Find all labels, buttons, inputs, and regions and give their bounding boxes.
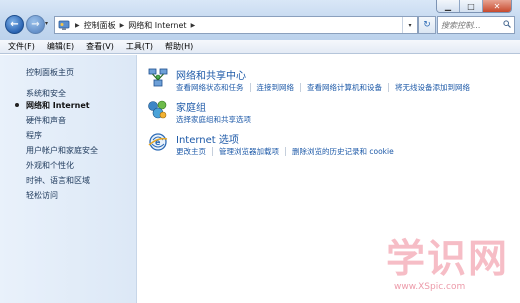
watermark: 学识网 www.XSpic.com: [386, 238, 516, 302]
breadcrumb-separator: ▶: [119, 21, 125, 29]
breadcrumb-separator: ▶: [75, 21, 80, 29]
category-links: 选择家庭组和共享选项: [176, 114, 251, 125]
sidebar-item-clock-language-region[interactable]: 时钟、语言和区域: [26, 175, 90, 186]
category-links: 更改主页 管理浏览器加载项 删除浏览的历史记录和 cookie: [176, 146, 394, 157]
category-links: 查看网络状态和任务 连接到网络 查看网络计算机和设备 将无线设备添加到网络: [176, 82, 470, 93]
address-bar[interactable]: ▶ 控制面板 ▶ 网络和 Internet ▶ ▾: [54, 16, 418, 34]
close-button[interactable]: ✕: [482, 0, 511, 12]
category-title-internet-options[interactable]: Internet 选项: [176, 131, 239, 146]
link-view-network-status[interactable]: 查看网络状态和任务: [176, 82, 244, 93]
link-manage-addons[interactable]: 管理浏览器加载项: [219, 146, 279, 157]
sidebar-item-control-panel-home[interactable]: 控制面板主页: [26, 67, 74, 78]
breadcrumb-network-internet[interactable]: 网络和 Internet: [128, 20, 186, 31]
link-separator: [388, 83, 389, 92]
maximize-button[interactable]: □: [459, 0, 482, 12]
watermark-url: www.XSpic.com: [394, 282, 466, 292]
link-separator: [212, 147, 213, 156]
active-item-bullet: [15, 103, 19, 107]
link-separator: [285, 147, 286, 156]
search-input[interactable]: [441, 20, 497, 30]
menu-help[interactable]: 帮助(H): [165, 41, 193, 52]
minimize-button[interactable]: ▁: [437, 0, 459, 12]
breadcrumb-control-panel[interactable]: 控制面板: [84, 20, 116, 31]
search-icon[interactable]: [503, 20, 511, 28]
sidebar-item-appearance[interactable]: 外观和个性化: [26, 160, 74, 171]
sidebar-item-programs[interactable]: 程序: [26, 130, 42, 141]
link-delete-history[interactable]: 删除浏览的历史记录和 cookie: [292, 146, 394, 157]
back-button[interactable]: ←: [5, 15, 24, 34]
sidebar-item-system-security[interactable]: 系统和安全: [26, 88, 66, 99]
link-view-network-computers[interactable]: 查看网络计算机和设备: [307, 82, 382, 93]
address-dropdown[interactable]: ▾: [402, 17, 417, 33]
sidebar: 控制面板主页 系统和安全 网络和 Internet 硬件和声音 程序 用户帐户和…: [0, 55, 137, 303]
link-add-wireless-device[interactable]: 将无线设备添加到网络: [395, 82, 470, 93]
link-separator: [300, 83, 301, 92]
link-homegroup-sharing-options[interactable]: 选择家庭组和共享选项: [176, 114, 251, 125]
refresh-button[interactable]: ↻: [418, 16, 436, 34]
sidebar-item-ease-of-access[interactable]: 轻松访问: [26, 190, 58, 201]
svg-text:e: e: [155, 138, 161, 147]
menu-view[interactable]: 查看(V): [86, 41, 114, 52]
watermark-logo: 学识网: [386, 237, 510, 282]
control-panel-icon: [57, 18, 71, 32]
recent-pages-dropdown[interactable]: ▾: [45, 20, 48, 27]
sidebar-item-user-accounts[interactable]: 用户帐户和家庭安全: [26, 145, 98, 156]
title-bar: ▁ □ ✕ ← → ▾ ▶ 控制面板 ▶ 网络和 Internet ▶ ▾ ↻: [0, 0, 520, 40]
menu-bar: 文件(F) 编辑(E) 查看(V) 工具(T) 帮助(H): [0, 40, 520, 54]
search-box[interactable]: [437, 16, 515, 34]
homegroup-icon: [148, 100, 167, 119]
menu-file[interactable]: 文件(F): [8, 41, 35, 52]
sidebar-item-hardware-sound[interactable]: 硬件和声音: [26, 115, 66, 126]
category-title-homegroup[interactable]: 家庭组: [176, 99, 206, 114]
link-connect-to-network[interactable]: 连接到网络: [257, 82, 295, 93]
window-controls: ▁ □ ✕: [436, 0, 512, 13]
sidebar-item-network-internet[interactable]: 网络和 Internet: [26, 100, 90, 111]
category-title-network-sharing[interactable]: 网络和共享中心: [176, 67, 246, 82]
link-change-homepage[interactable]: 更改主页: [176, 146, 206, 157]
menu-edit[interactable]: 编辑(E): [47, 41, 74, 52]
internet-options-icon: e: [148, 133, 168, 151]
breadcrumb-separator: ▶: [190, 21, 196, 29]
network-icon: [148, 68, 168, 87]
menu-tools[interactable]: 工具(T): [126, 41, 153, 52]
link-separator: [249, 83, 251, 92]
forward-button[interactable]: →: [26, 15, 45, 34]
